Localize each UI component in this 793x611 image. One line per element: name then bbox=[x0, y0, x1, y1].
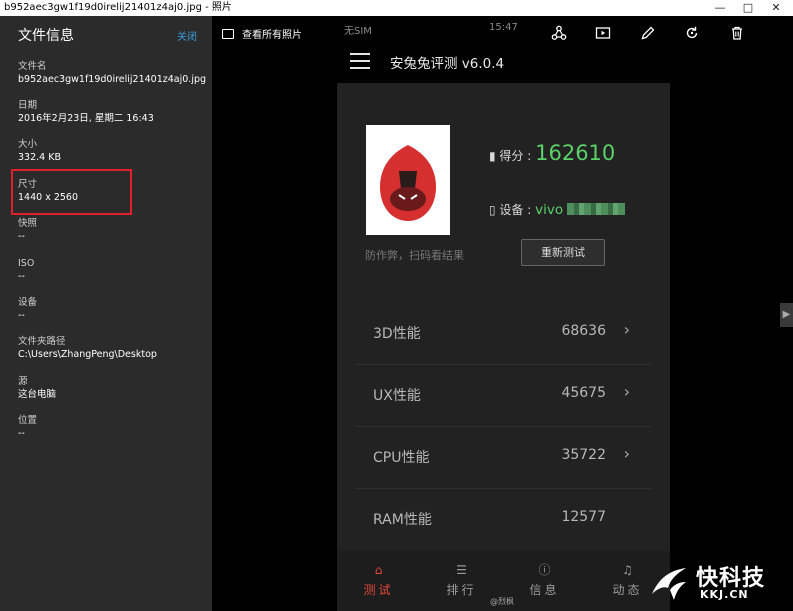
watermark-domain: KKJ.CN bbox=[700, 588, 749, 601]
result-row-ux[interactable]: UX性能 45675 › bbox=[355, 365, 652, 427]
result-value: 35722 bbox=[561, 447, 606, 463]
home-icon: ⌂ bbox=[374, 563, 383, 577]
chevron-right-icon: › bbox=[623, 320, 630, 339]
result-value: 45675 bbox=[561, 385, 606, 401]
field-label: 文件夹路径 bbox=[18, 336, 66, 347]
close-panel-link[interactable]: 关闭 bbox=[177, 28, 197, 43]
device-label: 设备 : bbox=[499, 203, 532, 217]
info-icon: ⓘ bbox=[538, 563, 551, 577]
score-label: 得分 : bbox=[499, 149, 532, 163]
field-label: 位置 bbox=[18, 415, 38, 426]
result-name: 3D性能 bbox=[373, 326, 421, 342]
phone-clock: 15:47 bbox=[489, 22, 518, 33]
field-source: 源 这台电脑 bbox=[18, 375, 56, 401]
carrier-status: 无SIM bbox=[344, 26, 372, 37]
result-name: RAM性能 bbox=[373, 512, 432, 528]
maximize-button[interactable]: □ bbox=[734, 0, 762, 16]
photos-app-window: b952aec3gw1f19d0irelij21401z4aj0.jpg - 照… bbox=[0, 0, 793, 611]
result-name: CPU性能 bbox=[373, 450, 430, 466]
field-device: 设备 -- bbox=[18, 296, 37, 322]
chevron-right-icon: › bbox=[623, 382, 630, 401]
delete-icon[interactable] bbox=[727, 25, 747, 45]
field-label: 源 bbox=[18, 376, 28, 387]
field-label: 大小 bbox=[18, 139, 38, 150]
minimize-button[interactable]: — bbox=[706, 0, 734, 16]
chevron-right-icon: › bbox=[623, 444, 630, 463]
window-title: b952aec3gw1f19d0irelij21401z4aj0.jpg - 照… bbox=[4, 2, 232, 13]
field-size: 大小 332.4 KB bbox=[18, 138, 61, 164]
field-label: 文件名 bbox=[18, 61, 47, 72]
field-value: 332.4 KB bbox=[18, 152, 61, 163]
field-iso: ISO -- bbox=[18, 257, 34, 283]
field-location: 位置 -- bbox=[18, 414, 37, 440]
result-value: 68636 bbox=[561, 323, 606, 339]
result-row-3d[interactable]: 3D性能 68636 › bbox=[355, 303, 652, 365]
retest-button[interactable]: 重新测试 bbox=[521, 239, 605, 266]
rotate-icon[interactable] bbox=[682, 25, 702, 45]
field-label: 设备 bbox=[18, 297, 38, 308]
see-all-photos-label: 查看所有照片 bbox=[242, 30, 302, 41]
field-value: -- bbox=[18, 271, 25, 282]
antutu-logo bbox=[366, 125, 450, 235]
field-snapshot: 快照 -- bbox=[18, 217, 37, 243]
nav-info[interactable]: ⓘ 信息 bbox=[503, 551, 586, 611]
field-value: b952aec3gw1f19d0irelij21401z4aj0.jpg bbox=[18, 74, 207, 85]
app-header: 安兔兔评测 v6.0.4 bbox=[337, 44, 670, 78]
photo-credit: @烈枫 bbox=[490, 597, 514, 606]
field-folder-path: 文件夹路径 C:\Users\ZhangPeng\Desktop bbox=[18, 335, 157, 361]
result-value: 12577 bbox=[561, 509, 606, 525]
nav-label: 测试 bbox=[363, 583, 394, 597]
next-photo-arrow[interactable]: ▶ bbox=[780, 303, 793, 327]
benchmark-result-card: ▮ 得分 : 162610 ▯ 设备 : vivo 防作弊，扫码看结果 重新测试… bbox=[337, 83, 670, 611]
device-line: ▯ 设备 : vivo bbox=[489, 201, 626, 218]
field-date: 日期 2016年2月23日, 星期二 16:43 bbox=[18, 99, 154, 125]
result-name: UX性能 bbox=[373, 388, 421, 404]
result-row-ram[interactable]: RAM性能 12577 bbox=[355, 489, 652, 551]
field-label: 日期 bbox=[18, 100, 38, 111]
nav-test[interactable]: ⌂ 测试 bbox=[337, 551, 420, 611]
nav-label: 信息 bbox=[529, 583, 560, 597]
slideshow-icon[interactable] bbox=[593, 25, 613, 45]
kkj-logo-icon bbox=[652, 568, 686, 600]
hamburger-menu-icon[interactable] bbox=[350, 53, 370, 69]
field-value: -- bbox=[18, 428, 25, 439]
title-bar: b952aec3gw1f19d0irelij21401z4aj0.jpg - 照… bbox=[0, 0, 793, 16]
app-title: 安兔兔评测 v6.0.4 bbox=[390, 56, 505, 72]
field-value: -- bbox=[18, 310, 25, 321]
kkj-watermark: 快科技 KKJ.CN bbox=[650, 558, 790, 608]
score-line: ▮ 得分 : 162610 bbox=[489, 141, 615, 165]
field-value[interactable]: C:\Users\ZhangPeng\Desktop bbox=[18, 348, 157, 361]
see-all-photos-button[interactable]: 查看所有照片 bbox=[222, 26, 302, 41]
anti-cheat-text: 防作弊，扫码看结果 bbox=[365, 249, 464, 262]
field-label: 快照 bbox=[18, 218, 38, 229]
device-icon: ▯ bbox=[489, 203, 500, 217]
list-icon: ☰ bbox=[456, 563, 467, 577]
edit-icon[interactable] bbox=[638, 25, 658, 45]
blurred-model-name bbox=[567, 203, 626, 215]
photo-icon bbox=[222, 29, 234, 39]
file-info-panel: 文件信息 关闭 文件名 b952aec3gw1f19d0irelij21401z… bbox=[0, 16, 212, 611]
score-value: 162610 bbox=[535, 141, 616, 165]
field-filename: 文件名 b952aec3gw1f19d0irelij21401z4aj0.jpg bbox=[18, 60, 206, 86]
field-label: ISO bbox=[18, 258, 35, 269]
phone-icon: ▮ bbox=[489, 149, 500, 163]
device-value: vivo bbox=[535, 202, 564, 218]
field-value: -- bbox=[18, 231, 25, 242]
share-icon[interactable] bbox=[549, 25, 569, 45]
panel-title: 文件信息 bbox=[18, 28, 74, 44]
field-value: 这台电脑 bbox=[18, 389, 57, 400]
result-row-cpu[interactable]: CPU性能 35722 › bbox=[355, 427, 652, 489]
close-window-button[interactable]: ✕ bbox=[762, 0, 790, 16]
dimensions-highlight-box bbox=[11, 169, 132, 215]
field-value: 2016年2月23日, 星期二 16:43 bbox=[18, 113, 154, 124]
